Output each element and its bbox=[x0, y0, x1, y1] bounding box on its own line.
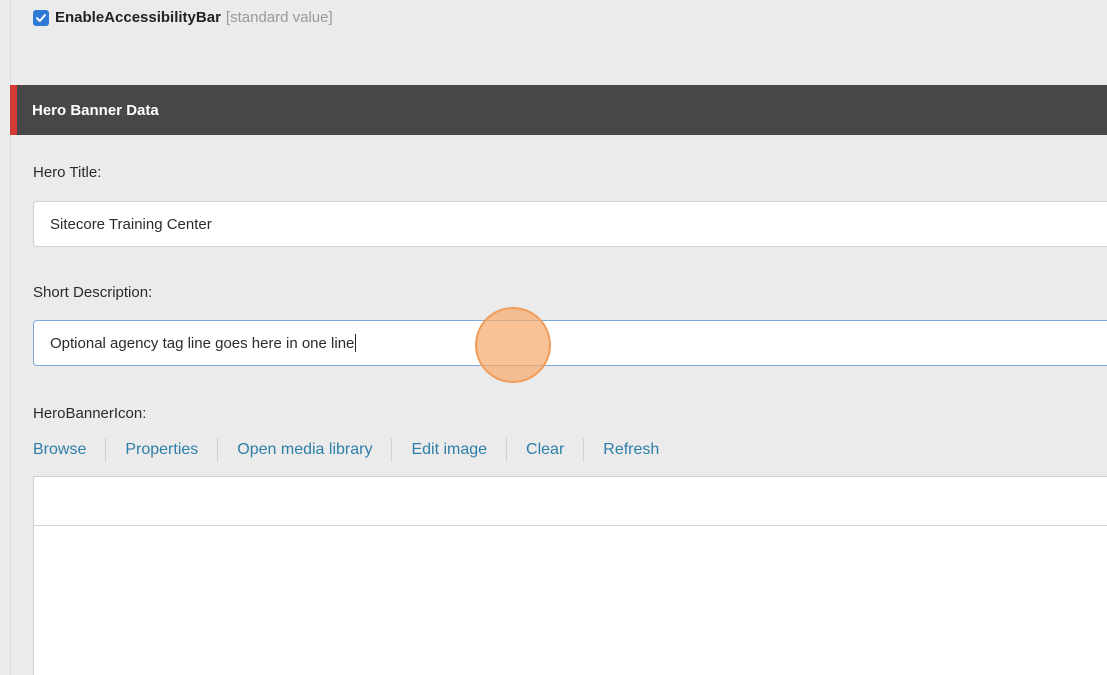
hero-banner-icon-image-area[interactable] bbox=[33, 476, 1107, 675]
text-caret bbox=[355, 334, 357, 352]
refresh-link[interactable]: Refresh bbox=[603, 441, 659, 459]
hero-title-value: Sitecore Training Center bbox=[50, 215, 212, 233]
image-field-toolbar: Browse Properties Open media library Edi… bbox=[33, 438, 659, 462]
open-media-library-link[interactable]: Open media library bbox=[237, 441, 372, 459]
checkbox-label: EnableAccessibilityBar bbox=[55, 9, 221, 26]
hero-title-label: Hero Title: bbox=[33, 164, 102, 181]
toolbar-separator bbox=[217, 438, 219, 462]
enable-accessibility-bar-checkbox[interactable] bbox=[33, 9, 49, 26]
short-description-input[interactable]: Optional agency tag line goes here in on… bbox=[33, 320, 1107, 366]
edit-image-link[interactable]: Edit image bbox=[411, 441, 487, 459]
checkmark-icon bbox=[36, 13, 46, 22]
clear-link[interactable]: Clear bbox=[526, 441, 564, 459]
click-indicator bbox=[475, 307, 551, 383]
standard-value-note: [standard value] bbox=[225, 9, 333, 26]
image-area-divider bbox=[34, 525, 1107, 526]
section-header-hero-banner-data[interactable]: Hero Banner Data bbox=[10, 85, 1107, 135]
section-accent-bar bbox=[10, 85, 17, 135]
enable-accessibility-bar-row[interactable]: EnableAccessibilityBar [standard value] bbox=[33, 9, 333, 26]
properties-link[interactable]: Properties bbox=[125, 441, 198, 459]
toolbar-separator bbox=[105, 438, 107, 462]
hero-banner-icon-label: HeroBannerIcon: bbox=[33, 405, 147, 422]
hero-title-input[interactable]: Sitecore Training Center bbox=[33, 201, 1107, 247]
short-description-label: Short Description: bbox=[33, 284, 153, 301]
browse-link[interactable]: Browse bbox=[33, 441, 86, 459]
toolbar-separator bbox=[391, 438, 393, 462]
toolbar-separator bbox=[506, 438, 508, 462]
section-title: Hero Banner Data bbox=[32, 101, 159, 119]
short-description-value: Optional agency tag line goes here in on… bbox=[50, 334, 355, 352]
toolbar-separator bbox=[583, 438, 585, 462]
